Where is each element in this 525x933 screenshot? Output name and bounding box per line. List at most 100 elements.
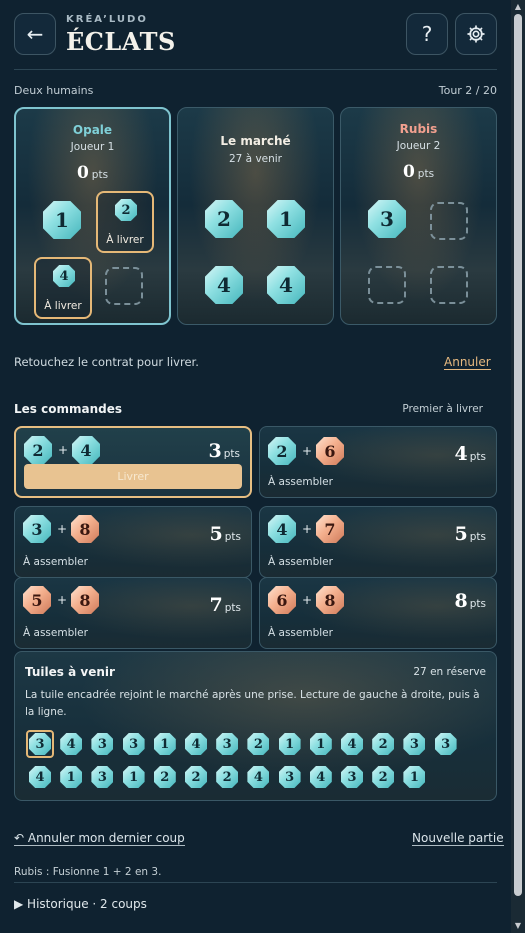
order-gem: 8: [71, 586, 99, 614]
plus-sign: +: [58, 443, 69, 457]
history-toggle[interactable]: ▶ Historique · 2 coups: [14, 897, 147, 911]
points-unit: pts: [223, 448, 240, 460]
points-value: 7: [209, 594, 223, 616]
order-card[interactable]: 3 + 8 5 pts À assembler: [14, 506, 252, 578]
upcoming-tile: 3: [29, 733, 51, 755]
upcoming-tile: 3: [91, 766, 114, 788]
board-player: Joueur 2: [396, 140, 441, 152]
scrollbar[interactable]: ▲ ▼: [511, 0, 525, 933]
order-status: À assembler: [23, 627, 88, 639]
order-points: 8 pts: [455, 590, 487, 612]
order-gem: 6: [268, 586, 296, 614]
tile-gem[interactable]: 1: [43, 201, 81, 239]
upcoming-tile: 1: [122, 766, 145, 788]
upcoming-tile: 1: [153, 733, 176, 755]
game-meta: Deux humains Tour 2 / 20: [14, 84, 497, 97]
tile-gem: 3: [368, 200, 406, 238]
upcoming-tile: 3: [341, 766, 363, 788]
footer-divider: [14, 882, 497, 883]
score-unit: pts: [417, 168, 435, 180]
new-game-link[interactable]: Nouvelle partie: [412, 831, 504, 846]
tile-gem: 2: [115, 199, 137, 221]
points-unit: pts: [224, 531, 241, 543]
points-unit: pts: [469, 531, 486, 543]
upcoming-tile: 3: [122, 733, 145, 755]
order-gem: 2: [268, 437, 296, 465]
undo-link[interactable]: ↶ Annuler mon dernier coup: [14, 831, 185, 846]
upcoming-tile: 2: [247, 733, 270, 755]
market-remaining: 27 à venir: [228, 153, 283, 165]
upcoming-tile: 1: [403, 766, 426, 788]
scrollbar-thumb[interactable]: [514, 14, 522, 896]
plus-sign: +: [302, 593, 313, 607]
brand-subtitle: KRÉA’LUDO: [66, 14, 148, 25]
order-points: 3 pts: [209, 440, 241, 462]
game-mode: Deux humains: [14, 84, 94, 97]
market-tile[interactable]: 4: [205, 266, 243, 304]
upcoming-tile: 3: [278, 766, 301, 788]
deliver-label: À livrer: [106, 234, 144, 246]
order-card[interactable]: 4 + 7 5 pts À assembler: [259, 506, 497, 578]
points-value: 5: [209, 523, 223, 545]
board-market: Le marché 27 à venir 2 1 4 4: [177, 107, 334, 325]
upcoming-tile: 4: [185, 733, 207, 755]
order-points: 5 pts: [210, 523, 242, 545]
page-title: ÉCLATS: [66, 27, 176, 56]
points-value: 5: [454, 523, 468, 545]
order-status: À assembler: [23, 556, 88, 568]
plus-sign: +: [302, 522, 313, 536]
upcoming-tile: 3: [403, 733, 426, 755]
help-button[interactable]: ?: [406, 13, 448, 55]
deliver-button[interactable]: Livrer: [24, 464, 242, 489]
reserve-count: 27 en réserve: [413, 666, 486, 678]
order-card[interactable]: 2 + 6 4 pts À assembler: [259, 426, 497, 498]
gear-icon: [467, 25, 485, 43]
order-gem: 4: [72, 436, 100, 464]
upcoming-title: Tuiles à venir: [25, 665, 115, 679]
deliver-slot[interactable]: 4 À livrer: [34, 257, 92, 319]
order-status: À assembler: [268, 627, 333, 639]
points-value: 4: [454, 443, 468, 465]
scroll-down-icon[interactable]: ▼: [513, 921, 523, 931]
plus-sign: +: [57, 593, 68, 607]
market-tile[interactable]: 4: [267, 266, 305, 304]
upcoming-tile: 4: [247, 766, 270, 788]
upcoming-tile: 2: [185, 766, 207, 788]
order-card[interactable]: 5 + 8 7 pts À assembler: [14, 577, 252, 649]
order-gem: 6: [316, 437, 344, 465]
empty-slot: [430, 202, 468, 240]
order-card[interactable]: 2 + 4 3 pts Livrer: [14, 426, 252, 498]
last-move: Rubis : Fusionne 1 + 2 en 3.: [14, 866, 162, 878]
board-opale[interactable]: Opale Joueur 1 0 pts 1 2 À livrer 4 À liv…: [14, 107, 171, 325]
market-tile[interactable]: 1: [267, 200, 305, 238]
orders-title: Les commandes: [14, 402, 122, 416]
cancel-link[interactable]: Annuler: [444, 355, 491, 370]
empty-slot[interactable]: [105, 267, 143, 305]
empty-slot: [368, 266, 406, 304]
board-player: Joueur 1: [70, 141, 115, 153]
market-tile[interactable]: 2: [205, 200, 243, 238]
back-button[interactable]: ←: [14, 13, 56, 55]
board-name: Le marché: [220, 134, 291, 148]
upcoming-tile: 1: [309, 733, 332, 755]
deliver-slot[interactable]: 2 À livrer: [96, 191, 154, 253]
score-value: 0: [76, 163, 89, 183]
board-score: 0 pts: [341, 162, 496, 182]
upcoming-tile: 3: [216, 733, 239, 755]
scroll-up-icon[interactable]: ▲: [513, 2, 523, 12]
upcoming-tiles-panel: Tuiles à venir 27 en réserve La tuile en…: [14, 651, 497, 801]
order-status: À assembler: [268, 556, 333, 568]
order-gem: 5: [23, 586, 51, 614]
board-name: Rubis: [399, 122, 438, 136]
score-unit: pts: [91, 169, 109, 181]
header: ← KRÉA’LUDO ÉCLATS ?: [14, 13, 497, 57]
order-card[interactable]: 6 + 8 8 pts À assembler: [259, 577, 497, 649]
order-gem: 3: [23, 515, 51, 543]
settings-button[interactable]: [455, 13, 497, 55]
arrow-left-icon: ←: [26, 22, 44, 46]
upcoming-tile: 2: [153, 766, 176, 788]
upcoming-tile: 1: [60, 766, 83, 788]
board-name: Opale: [72, 123, 113, 137]
upcoming-description: La tuile encadrée rejoint le marché aprè…: [25, 689, 480, 718]
deliver-label: À livrer: [44, 300, 82, 312]
